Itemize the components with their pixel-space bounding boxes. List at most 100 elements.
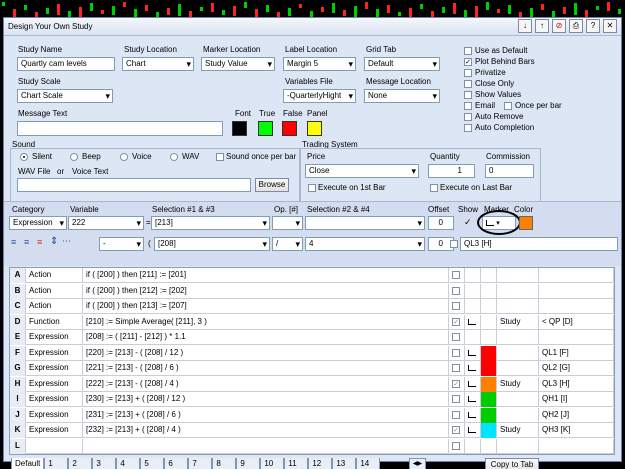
- sound-once-per-bar-checkbox[interactable]: [216, 153, 224, 161]
- variable-select[interactable]: 222: [68, 216, 144, 230]
- study-location-select[interactable]: Chart: [122, 57, 194, 71]
- sound-radio[interactable]: [170, 153, 178, 161]
- show-checkbox[interactable]: [452, 395, 460, 403]
- show-checkbox[interactable]: ✓: [452, 426, 460, 434]
- marker-location-select[interactable]: Study Value: [201, 57, 275, 71]
- offset1-stepper[interactable]: 0: [428, 216, 454, 230]
- option-checkbox[interactable]: [464, 91, 472, 99]
- import-icon[interactable]: ↓: [518, 19, 532, 33]
- false-color-swatch[interactable]: [282, 121, 297, 136]
- move-updown-icon[interactable]: ⇕: [50, 236, 58, 247]
- tab-5[interactable]: 5: [140, 458, 165, 469]
- accent-color-swatch[interactable]: [519, 216, 533, 230]
- tab-8[interactable]: 8: [212, 458, 237, 469]
- insert-row-icon[interactable]: ≡: [11, 237, 16, 247]
- selection1-select[interactable]: [213]: [151, 216, 270, 230]
- table-row[interactable]: F Expression [220] := [213] - ( [208] / 12…: [10, 345, 614, 361]
- append-row-icon[interactable]: ≡: [24, 237, 29, 247]
- option-checkbox[interactable]: [504, 102, 512, 110]
- close-icon[interactable]: ✕: [603, 19, 617, 33]
- option-checkbox[interactable]: [464, 69, 472, 77]
- show-checkbox[interactable]: ✓: [452, 317, 460, 326]
- row2-op-select[interactable]: -: [99, 237, 144, 251]
- show-checkbox[interactable]: [452, 302, 460, 310]
- tab-scroll-arrows[interactable]: ◀▶: [409, 458, 426, 469]
- table-row[interactable]: B Action if ( [200] ) then [212] := [202]: [10, 283, 614, 299]
- commission-input[interactable]: 0: [485, 164, 534, 178]
- quantity-stepper[interactable]: 1: [428, 164, 475, 178]
- table-row[interactable]: D Function [210] := Simple Average( [211],…: [10, 314, 614, 330]
- wav-file-input[interactable]: [17, 178, 251, 192]
- option-checkbox[interactable]: [464, 124, 472, 132]
- tab-13[interactable]: 13: [332, 458, 357, 469]
- delete-row-icon[interactable]: ≡: [37, 237, 42, 247]
- option-checkbox[interactable]: [464, 102, 472, 110]
- tab-9[interactable]: 9: [236, 458, 261, 469]
- label-toggle-checkbox[interactable]: [450, 240, 458, 248]
- show-check-mark[interactable]: ✓: [464, 217, 472, 228]
- option-checkbox[interactable]: ✓: [464, 58, 472, 66]
- table-row[interactable]: E Expression [208] := ( [211] - [212] ) * …: [10, 330, 614, 345]
- table-row[interactable]: I Expression [230] := [213] + ( [208] / 12…: [10, 392, 614, 407]
- op2-select[interactable]: /: [272, 237, 303, 251]
- show-checkbox[interactable]: [452, 441, 460, 450]
- label-location-select[interactable]: Margin 5: [283, 57, 356, 71]
- delete-icon[interactable]: ⊘: [552, 19, 566, 33]
- clear-row-icon[interactable]: ⋯: [62, 236, 71, 247]
- table-row[interactable]: A Action if ( [200] ) then [211] := [201]: [10, 268, 614, 283]
- tab-2[interactable]: 2: [68, 458, 93, 469]
- execute-last-bar-checkbox[interactable]: [430, 184, 438, 192]
- tab-default[interactable]: Default: [11, 458, 45, 469]
- selection4-select[interactable]: 4: [305, 237, 425, 251]
- option-checkbox[interactable]: [464, 47, 472, 55]
- font-color-swatch[interactable]: [232, 121, 247, 136]
- tab-10[interactable]: 10: [260, 458, 285, 469]
- tab-6[interactable]: 6: [164, 458, 189, 469]
- tab-3[interactable]: 3: [92, 458, 117, 469]
- variables-file-select[interactable]: -QuarterlyHight: [283, 89, 356, 103]
- show-checkbox[interactable]: [452, 333, 460, 341]
- category-select[interactable]: Expression: [9, 216, 67, 230]
- table-row[interactable]: G Expression [221] := [213] - ( [208] / 6 …: [10, 361, 614, 376]
- help-icon[interactable]: ?: [586, 19, 600, 33]
- message-text-input[interactable]: [17, 121, 223, 136]
- tab-4[interactable]: 4: [116, 458, 141, 469]
- execute-first-bar-checkbox[interactable]: [308, 184, 316, 192]
- panel-color-swatch[interactable]: [307, 121, 322, 136]
- sound-radio[interactable]: [120, 153, 128, 161]
- table-row[interactable]: L: [10, 438, 614, 454]
- copy-to-tab-button[interactable]: Copy to Tab: [485, 458, 539, 469]
- selection2-select[interactable]: [305, 216, 425, 230]
- tab-1[interactable]: 1: [44, 458, 69, 469]
- study-scale-select[interactable]: Chart Scale: [17, 89, 113, 103]
- tab-12[interactable]: 12: [308, 458, 333, 469]
- tab-7[interactable]: 7: [188, 458, 213, 469]
- show-checkbox[interactable]: [452, 348, 460, 357]
- table-row[interactable]: C Action if ( [200] ) then [213] := [207]: [10, 299, 614, 314]
- study-name-input[interactable]: Quartly cam levels: [17, 57, 115, 71]
- show-checkbox[interactable]: [452, 271, 460, 279]
- show-checkbox[interactable]: [452, 364, 460, 372]
- show-checkbox[interactable]: ✓: [452, 379, 460, 388]
- selection3-select[interactable]: [208]: [154, 237, 270, 251]
- tab-14[interactable]: 14: [356, 458, 381, 469]
- sound-radio[interactable]: [70, 153, 78, 161]
- table-row[interactable]: K Expression [232] := [213] + ( [208] / 4 …: [10, 423, 614, 438]
- show-checkbox[interactable]: [452, 286, 460, 295]
- label-input[interactable]: QL3 [H]: [460, 237, 618, 251]
- true-color-swatch[interactable]: [258, 121, 273, 136]
- table-row[interactable]: J Expression [231] := [213] + ( [208] / 6 …: [10, 407, 614, 423]
- table-row[interactable]: H Expression [222] := [213] - ( [208] / 4 …: [10, 376, 614, 392]
- browse-button[interactable]: Browse: [255, 178, 289, 192]
- op1-select[interactable]: [272, 216, 303, 230]
- sound-radio[interactable]: [20, 153, 28, 161]
- price-select[interactable]: Close: [305, 164, 419, 178]
- option-checkbox[interactable]: [464, 113, 472, 121]
- option-checkbox[interactable]: [464, 80, 472, 88]
- print-icon[interactable]: ⎙: [569, 19, 583, 33]
- tab-11[interactable]: 11: [284, 458, 309, 469]
- export-icon[interactable]: ↑: [535, 19, 549, 33]
- grid-tab-select[interactable]: Default: [364, 57, 440, 71]
- message-location-select[interactable]: None: [364, 89, 440, 103]
- show-checkbox[interactable]: [452, 410, 460, 419]
